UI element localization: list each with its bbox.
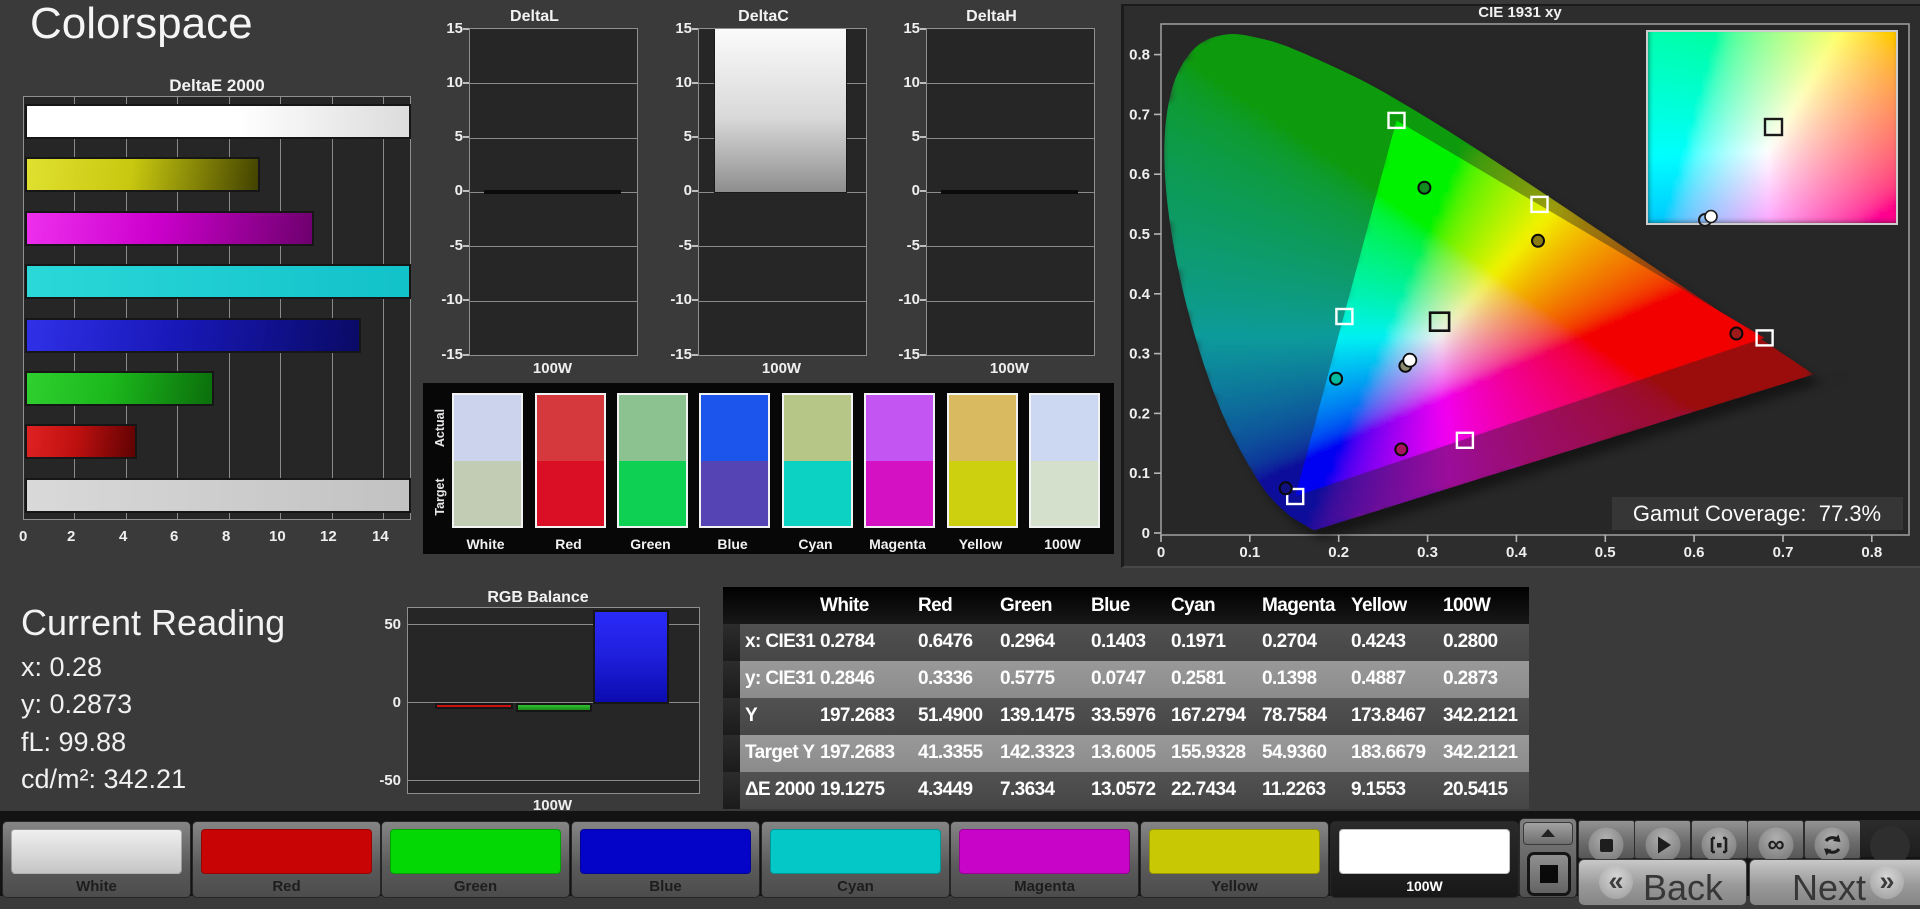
svg-text:CIE 1931 xy: CIE 1931 xy [1478,4,1562,21]
